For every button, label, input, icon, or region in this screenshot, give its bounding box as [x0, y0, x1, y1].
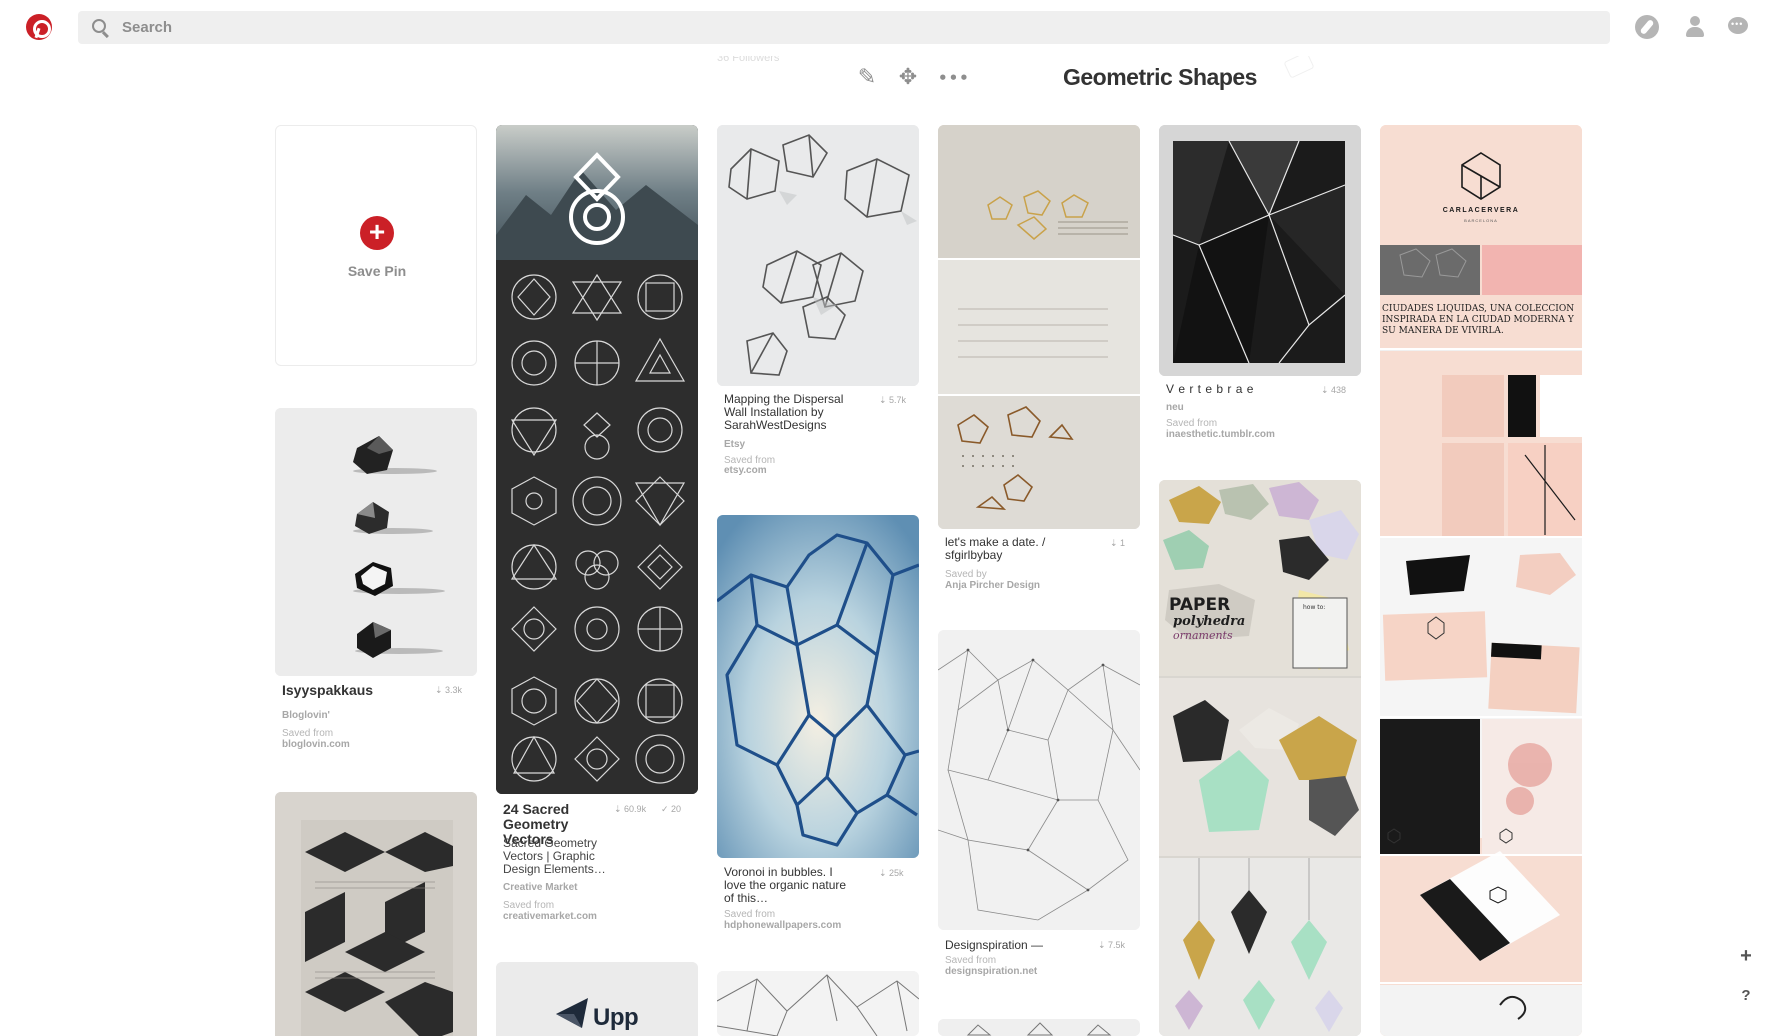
pin-title[interactable]: Voronoi in bubbles. I love the organic n… — [724, 866, 849, 905]
tried-count: 20 — [671, 804, 682, 814]
pin-description: Sacred Geometry Vectors | Graphic Design… — [503, 836, 606, 876]
pinterest-logo-icon[interactable] — [26, 14, 52, 40]
more-options-icon[interactable]: ••• — [938, 66, 969, 90]
pin-image[interactable]: PAPER polyhedra ornaments how to: — [1159, 480, 1361, 1036]
triangle-lines-image — [717, 971, 919, 1036]
carla-city-text: BARCELONA — [1464, 218, 1498, 223]
network-lines-image — [938, 630, 1140, 930]
save-pin-label: Save Pin — [347, 263, 407, 279]
add-plus-icon[interactable]: + — [1734, 944, 1758, 968]
pin-saves: ⇣ 3.3k — [435, 685, 463, 695]
pin-saves: ⇣ 438 — [1321, 385, 1347, 395]
carla-cervera-branding-image — [1380, 125, 1582, 1036]
polyhedra-photo — [275, 408, 477, 676]
pin-image[interactable]: Upp — [496, 962, 698, 1036]
save-count: 60.9k — [624, 804, 647, 814]
op-art-cubes-image — [275, 792, 477, 1036]
paper-title-text: PAPER — [1169, 595, 1231, 615]
wire-polyhedra-photo — [717, 125, 919, 386]
saved-from-domain[interactable]: creativemarket.com — [503, 911, 597, 922]
pin-image[interactable] — [938, 1019, 1140, 1036]
pin-image[interactable] — [496, 125, 698, 794]
carla-tagline-text: CIUDADES LIQUIDAS, UNA COLECCION INSPIRA… — [1382, 304, 1575, 336]
pin-image[interactable] — [1159, 125, 1361, 376]
saved-from-label: Saved from — [503, 900, 555, 911]
add-pin-plus-icon[interactable]: + — [360, 216, 394, 250]
save-count: 7.5k — [1108, 940, 1126, 950]
pin-tried: ✓ 20 — [661, 804, 682, 814]
messages-icon[interactable] — [1726, 15, 1750, 39]
pin-title[interactable]: let's make a date. / sfgirlbybay — [945, 536, 1065, 562]
saved-from-domain[interactable]: hdphonewallpapers.com — [724, 920, 841, 931]
save-count: 5.7k — [889, 395, 907, 405]
carla-brand-text: CARLACERVERA — [1442, 207, 1520, 214]
faceted-black-art-image — [1159, 125, 1361, 376]
save-count: 3.3k — [445, 685, 463, 695]
saved-from-label: Saved from — [945, 955, 997, 966]
pin-saves: ⇣ 25k — [879, 868, 904, 878]
pin-image[interactable] — [717, 971, 919, 1036]
pin-image[interactable] — [938, 630, 1140, 930]
saved-by-name[interactable]: Anja Pircher Design — [945, 580, 1040, 591]
pin-image[interactable]: CARLACERVERA BARCELONA CIUDADES LIQUIDAS… — [1380, 125, 1582, 1036]
saved-from-label: Saved from — [282, 728, 334, 739]
calendar-photo — [938, 125, 1140, 529]
pin-image[interactable] — [275, 792, 477, 1036]
pin-source[interactable]: Etsy — [724, 439, 745, 450]
explore-compass-icon[interactable] — [1635, 15, 1659, 39]
pin-image[interactable] — [717, 125, 919, 386]
saved-from-domain[interactable]: etsy.com — [724, 465, 767, 476]
pin-title[interactable]: Designspiration — — [945, 939, 1043, 952]
pin-image[interactable] — [275, 408, 477, 676]
profile-icon[interactable] — [1683, 15, 1707, 39]
pin-title[interactable]: Isyyspakkaus — [282, 683, 373, 698]
save-count: 1 — [1120, 538, 1126, 548]
pin-image[interactable] — [938, 125, 1140, 529]
pin-title[interactable]: V e r t e b r a e — [1166, 383, 1254, 396]
save-count: 438 — [1331, 385, 1347, 395]
saved-from-domain[interactable]: inaesthetic.tumblr.com — [1166, 429, 1275, 440]
upp-logo-text: Upp — [593, 1004, 639, 1031]
saved-from-domain[interactable]: bloglovin.com — [282, 739, 350, 750]
edit-pencil-icon[interactable]: ✎ — [855, 66, 879, 90]
top-bar — [0, 0, 1774, 56]
save-count: 25k — [889, 868, 904, 878]
saved-from-label: Saved from — [1166, 418, 1218, 429]
saved-by-label: Saved by — [945, 569, 987, 580]
pin-saves: ⇣ 7.5k — [1098, 940, 1126, 950]
wire-shapes-image — [938, 1019, 1140, 1036]
pin-image[interactable] — [717, 515, 919, 858]
save-pin-card[interactable]: + Save Pin — [275, 125, 477, 366]
pin-source[interactable]: Creative Market — [503, 882, 577, 893]
saved-from-domain[interactable]: designspiration.net — [945, 966, 1037, 977]
pin-source[interactable]: neu — [1166, 402, 1184, 413]
paper-ornaments-text: ornaments — [1173, 629, 1233, 642]
board-title: Geometric Shapes — [1063, 64, 1257, 90]
voronoi-bubbles-image — [717, 515, 919, 858]
pin-saves: ⇣ 60.9k — [614, 804, 647, 814]
move-arrows-icon[interactable]: ✥ — [896, 66, 920, 90]
search-icon — [92, 19, 106, 33]
pin-saves: ⇣ 5.7k — [879, 395, 907, 405]
help-icon[interactable]: ? — [1734, 984, 1758, 1008]
paper-subtitle-text: polyhedra — [1173, 614, 1246, 629]
search-input[interactable] — [122, 11, 1602, 44]
pin-source[interactable]: Bloglovin' — [282, 710, 330, 721]
saved-from-label: Saved from — [724, 909, 776, 920]
how-to-card-text: how to: — [1303, 604, 1326, 611]
paper-polyhedra-image — [1159, 480, 1361, 1036]
pin-saves: ⇣ 1 — [1110, 538, 1126, 548]
pin-title[interactable]: Mapping the Dispersal Wall Installation … — [724, 393, 854, 432]
sacred-geometry-image — [496, 125, 698, 794]
